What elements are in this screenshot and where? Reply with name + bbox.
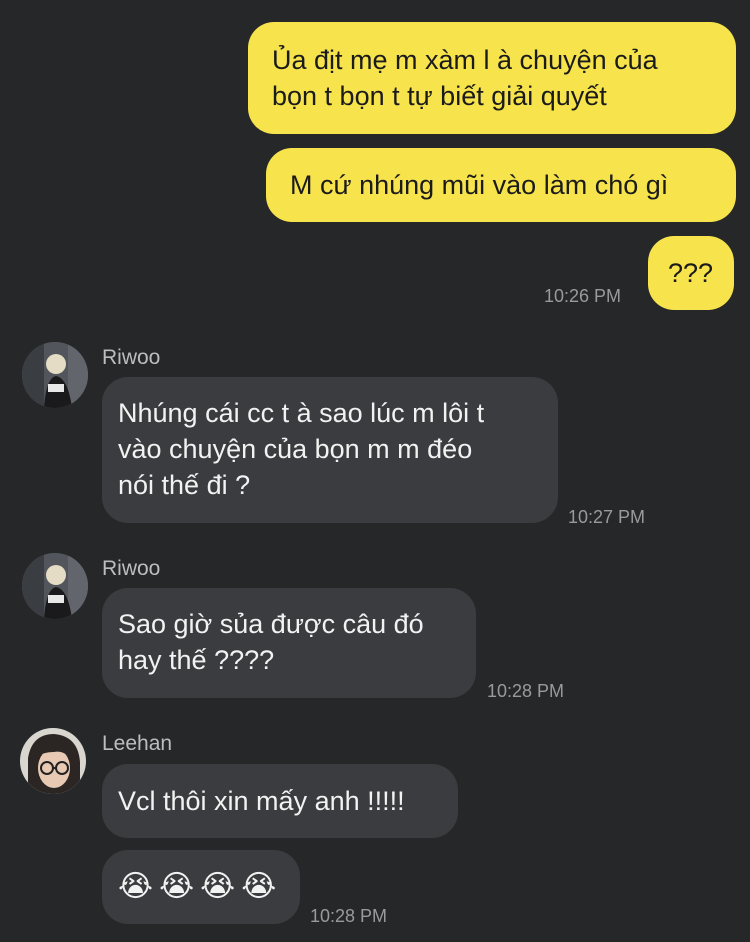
incoming-message-2[interactable]: Sao giờ sủa được câu đó hay thế ???? bbox=[102, 588, 476, 698]
message-text-line: M cứ nhúng mũi vào làm chó gì bbox=[290, 170, 669, 200]
sender-name: Leehan bbox=[102, 732, 173, 755]
message-timestamp: 10:28 PM bbox=[487, 681, 565, 701]
loudly-crying-face-icon: 😭 bbox=[241, 869, 277, 904]
message-text-line: Ủa địt mẹ m xàm l à chuyện của bbox=[272, 45, 658, 75]
message-text-line: vào chuyện của bọn m m đéo bbox=[118, 434, 473, 464]
outgoing-message-2[interactable]: M cứ nhúng mũi vào làm chó gì bbox=[266, 148, 736, 222]
avatar-riwoo[interactable] bbox=[22, 342, 88, 408]
message-text-line: ??? bbox=[668, 258, 714, 288]
sender-name: Riwoo bbox=[102, 557, 161, 580]
loudly-crying-face-icon: 😭 bbox=[118, 869, 154, 904]
message-text-line: nói thế đi ? bbox=[118, 470, 251, 500]
outgoing-message-1[interactable]: Ủa địt mẹ m xàm l à chuyện của bọn t bọn… bbox=[248, 22, 736, 134]
loudly-crying-face-icon: 😭 bbox=[200, 869, 236, 904]
message-timestamp: 10:27 PM bbox=[568, 507, 646, 527]
message-text-line: hay thế ???? bbox=[118, 645, 275, 675]
avatar-leehan[interactable] bbox=[20, 728, 86, 794]
sender-name: Riwoo bbox=[102, 346, 161, 369]
message-text-line: bọn t bọn t tự biết giải quyết bbox=[272, 81, 607, 111]
message-timestamp: 10:26 PM bbox=[544, 286, 622, 306]
avatar-riwoo[interactable] bbox=[22, 553, 88, 619]
loudly-crying-face-icon: 😭 bbox=[159, 869, 195, 904]
message-text-line: Vcl thôi xin mấy anh !!!!! bbox=[118, 786, 405, 816]
message-text-line: Sao giờ sủa được câu đó bbox=[118, 609, 424, 639]
incoming-message-1[interactable]: Nhúng cái cc t à sao lúc m lôi t vào chu… bbox=[102, 377, 558, 523]
incoming-message-4[interactable]: 😭 😭 😭 😭 bbox=[102, 850, 300, 924]
outgoing-message-3[interactable]: ??? bbox=[648, 236, 734, 310]
emoji-row: 😭 😭 😭 😭 bbox=[118, 850, 284, 924]
message-timestamp: 10:28 PM bbox=[310, 906, 388, 926]
message-text-line: Nhúng cái cc t à sao lúc m lôi t bbox=[118, 398, 485, 428]
incoming-message-3[interactable]: Vcl thôi xin mấy anh !!!!! bbox=[102, 764, 458, 838]
